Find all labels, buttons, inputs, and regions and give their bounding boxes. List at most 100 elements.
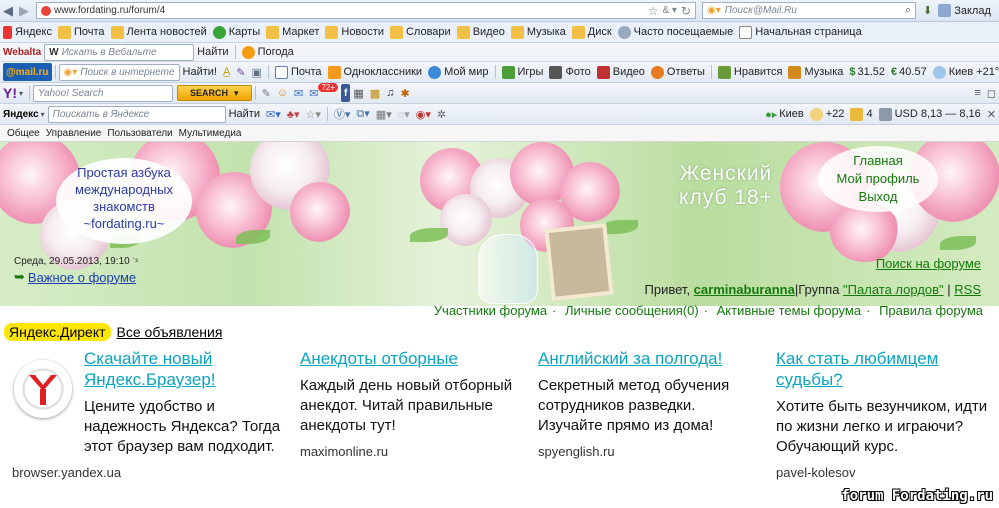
bookmarks-menu[interactable]: Заклад [935,2,994,20]
ad-title-link[interactable]: Анекдоты отборные [300,348,515,369]
facebook-icon[interactable]: f [341,84,351,102]
weather-button[interactable]: Погода [239,43,297,61]
ad-domain[interactable]: browser.yandex.ua [12,465,284,480]
mailru-mail[interactable]: Почта [272,63,325,81]
ad-domain[interactable]: pavel-kolesov [776,465,991,480]
yandex-translate-icon[interactable]: ⧉▾ [353,105,372,123]
yandex-direct-label[interactable]: Яндекс.Директ [4,323,111,341]
zoom-icon[interactable]: ▣ [249,63,265,81]
forum-rules-link[interactable]: Правила форума [879,303,983,318]
search-icon[interactable]: ⌕ [905,4,911,17]
mailru-music[interactable]: Музыка [785,63,846,81]
yahoo-music-icon[interactable]: ♫ [383,84,397,102]
mailru-weather[interactable]: Киев +21°C [930,63,999,81]
home-link[interactable]: Главная [818,152,938,170]
mailru-my-world[interactable]: Мой мир [425,63,491,81]
bookmark-maps[interactable]: Карты [210,23,263,41]
mailru-answers[interactable]: Ответы [648,63,708,81]
private-messages-link[interactable]: Личные сообщения(0) [565,303,699,318]
search-engine-icon[interactable]: ◉▾ [707,5,721,16]
bookmark-dictionaries[interactable]: Словари [387,23,454,41]
yandex-traffic[interactable]: 4 [847,105,875,123]
bookmark-yandex[interactable]: Яндекс [0,23,55,41]
shopping-icon[interactable]: ▩ [367,84,383,102]
bookmark-news-feed[interactable]: Лента новостей [108,23,210,41]
bookmark-video[interactable]: Видео [454,23,508,41]
yandex-settings-icon[interactable]: ✲ [434,105,449,123]
yandex-mail-icon[interactable]: ✉▾ [263,105,284,123]
yandex-chat-icon[interactable]: ◌▾ [395,105,413,123]
bookmark-news[interactable]: Новости [322,23,387,41]
url-field[interactable]: www.fordating.ru/forum/4 ☆ & ▾ ↻ [36,2,696,19]
bookmark-disk[interactable]: Диск [569,23,615,41]
yandex-find-button[interactable]: Найти [226,105,263,123]
yandex-browser-icon[interactable]: ◉▾ [413,105,434,123]
eur-rate[interactable]: €40.57 [888,63,930,81]
highlight-icon[interactable]: A̲ [220,63,233,81]
ad-domain[interactable]: spyenglish.ru [538,444,763,459]
yandex-grid-icon[interactable]: ▦▾ [373,105,395,123]
ad-title-link[interactable]: Английский за полгода! [538,348,763,369]
yahoo-mail-icon[interactable]: ✉ [291,84,306,102]
bookmark-mail[interactable]: Почта [55,23,108,41]
ad-title-link[interactable]: Как стать любимцем судьбы? [776,348,991,390]
yahoo-logo[interactable]: Y! ▾ [0,84,26,102]
mailru-photo[interactable]: Фото [546,63,593,81]
rss-link[interactable]: RSS [954,282,981,297]
ad-domain[interactable]: maximonline.ru [300,444,515,459]
logout-link[interactable]: Выход [818,188,938,206]
bookmark-star-icon[interactable]: ☆ [648,4,659,18]
group-link[interactable]: "Палата лордов" [843,282,944,297]
flickr-icon[interactable]: ▦ [350,84,366,102]
webalta-find-button[interactable]: Найти [194,43,231,61]
menu-users[interactable]: Пользователи [104,125,175,141]
bookmark-music[interactable]: Музыка [508,23,569,41]
forum-search-link[interactable]: Поиск на форуме [876,256,981,271]
marker-icon[interactable]: ✎ [233,63,248,81]
ad-title-link[interactable]: Скачайте новый Яндекс.Браузер! [84,348,284,390]
my-profile-link[interactable]: Мой профиль [818,170,938,188]
toolbar-menu-icon[interactable]: ≡ [971,84,983,102]
page-tools-icon[interactable]: & ▾ [662,5,676,16]
toolbar-options-icon[interactable]: ◻ [984,84,999,102]
mailru-find-button[interactable]: Найти! [180,63,220,81]
yahoo-mail-badge[interactable]: ✉ 72+ [306,83,341,102]
pencil-icon[interactable]: ✎ [259,84,274,102]
mailru-likes[interactable]: Нравится [715,63,786,81]
menu-general[interactable]: Общее [4,125,43,141]
back-button[interactable]: ◀ [0,2,16,20]
mailru-video[interactable]: Видео [594,63,648,81]
username-link[interactable]: carminaburanna [694,282,795,297]
yandex-weather[interactable]: +22 [807,105,848,123]
yandex-close-icon[interactable]: ✕ [984,105,999,123]
bookmark-most-visited[interactable]: Часто посещаемые [615,23,737,41]
forward-button[interactable]: ▶ [16,2,32,20]
yandex-search-input[interactable]: Поискать в Яндексе [47,105,226,123]
yahoo-search-button[interactable]: SEARCH ▾ [177,85,252,101]
bookmark-market[interactable]: Маркет [263,23,322,41]
yahoo-search-input[interactable]: Yahoo! Search [33,84,174,102]
menu-management[interactable]: Управление [43,125,105,141]
yandex-city[interactable]: ●▸ Киев [762,105,807,123]
browser-search-input[interactable]: ◉▾ Поиск@Mail.Ru ⌕ [702,2,916,19]
webalta-logo[interactable]: Webalta [0,43,44,61]
mailru-odnoklassniki[interactable]: Одноклассники [325,63,426,81]
yahoo-widgets-icon[interactable]: ✱ [397,84,412,102]
usd-rate[interactable]: $31.52 [846,63,888,81]
menu-multimedia[interactable]: Мультимедиа [176,125,245,141]
smiley-icon[interactable]: ☺ [274,84,291,102]
yandex-currency[interactable]: USD 8,13 — 8,16 [876,105,984,123]
mailru-games[interactable]: Игры [499,63,547,81]
members-link[interactable]: Участники форума [434,303,547,318]
mailru-search-input[interactable]: ◉▾ Поиск в интернете [58,63,180,81]
yandex-favorites-icon[interactable]: ☆▾ [302,105,323,123]
yandex-logo[interactable]: Яндекс ▾ [0,105,48,123]
webalta-search-input[interactable]: W Искать в Вебальте [44,43,195,61]
yandex-bar-icon[interactable]: ♣▾ [284,105,303,123]
mailru-logo[interactable]: @mail.ru [3,63,52,81]
reload-icon[interactable]: ↻ [681,4,691,18]
yandex-vk-icon[interactable]: Ⓥ▾ [331,105,354,123]
all-ads-link[interactable]: Все объявления [117,324,223,340]
active-topics-link[interactable]: Активные темы форума [717,303,861,318]
bookmark-start-page[interactable]: Начальная страница [736,23,864,41]
